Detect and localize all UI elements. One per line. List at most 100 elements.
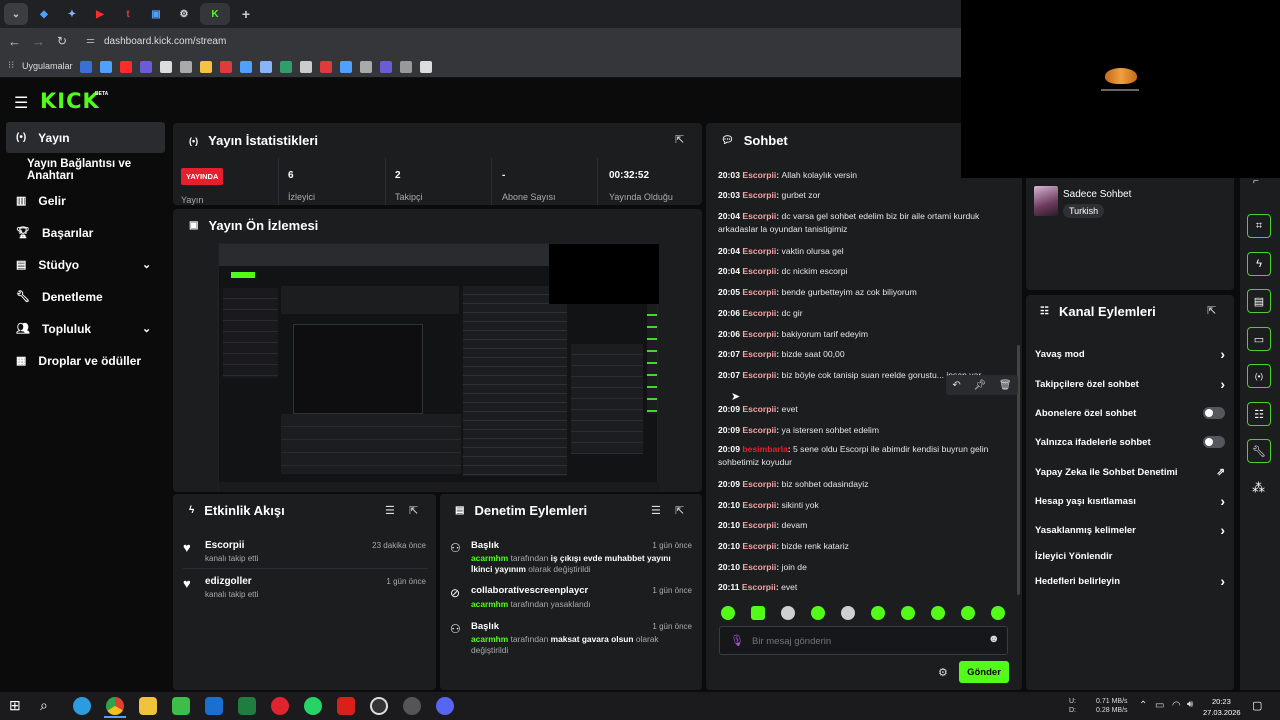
wifi-icon[interactable]: ◠	[1172, 700, 1181, 711]
chat-username[interactable]: Escorpii	[742, 500, 776, 510]
forward-icon[interactable]: →	[32, 34, 45, 49]
search-icon[interactable]: ⌕	[40, 697, 48, 714]
rail-document-button[interactable]: ▤	[1247, 289, 1271, 313]
action-account-age[interactable]: Hesap yaşı kısıtlaması ›	[1035, 493, 1225, 509]
reload-icon[interactable]: ↻	[57, 34, 67, 48]
new-tab-button[interactable]: +	[234, 3, 258, 25]
bookmark-8-icon[interactable]	[220, 61, 232, 73]
bookmark-10-icon[interactable]	[260, 61, 272, 73]
bookmark-14-icon[interactable]	[340, 61, 352, 73]
bookmark-13-icon[interactable]	[320, 61, 332, 73]
sidebar-item-denetleme[interactable]: 🔧︎ Denetleme	[6, 281, 165, 312]
tab-5[interactable]: ▣	[144, 3, 168, 25]
activity-user[interactable]: Escorpii	[205, 540, 244, 551]
emoji-icon[interactable]: ☻	[988, 633, 1000, 645]
language-tag[interactable]: Turkish	[1063, 204, 1105, 218]
undo-icon[interactable]: ↶	[952, 380, 960, 391]
bookmark-2-icon[interactable]	[100, 61, 112, 73]
chat-username[interactable]: Escorpii	[742, 170, 776, 180]
emote-icon[interactable]	[901, 606, 915, 620]
bookmark-12-icon[interactable]	[300, 61, 312, 73]
chat-username[interactable]: Escorpii	[742, 190, 776, 200]
tab-4[interactable]: t	[116, 3, 140, 25]
bookmark-7-icon[interactable]	[200, 61, 212, 73]
sidebar-item-basarilar[interactable]: 🏆︎ Başarılar	[6, 217, 165, 248]
obs-icon[interactable]	[370, 697, 388, 715]
popout-icon[interactable]: ⇱	[675, 504, 684, 517]
emotes-only-toggle[interactable]	[1203, 436, 1225, 448]
discord-icon[interactable]	[436, 697, 454, 715]
bookmark-15-icon[interactable]	[360, 61, 372, 73]
tab-kick[interactable]: K	[200, 3, 230, 25]
chat-username[interactable]: Escorpii	[742, 308, 776, 318]
popout-icon[interactable]: ⇱	[1207, 304, 1216, 317]
kick-logo[interactable]: KICK	[40, 89, 100, 113]
rail-focus-button[interactable]: ⌗	[1247, 214, 1271, 238]
outlook-icon[interactable]	[205, 697, 223, 715]
chat-username[interactable]: Escorpii	[742, 404, 776, 414]
chat-username[interactable]: Escorpii	[742, 425, 776, 435]
sidebar-item-studyo[interactable]: ▤ Stüdyo ⌄	[6, 249, 165, 280]
microphone-icon[interactable]: 🎙︎	[730, 634, 744, 647]
action-banned-words[interactable]: Yasaklanmış kelimeler ›	[1035, 522, 1225, 538]
chat-username[interactable]: Escorpii	[742, 562, 776, 572]
rail-chat-button[interactable]: ▭	[1247, 327, 1271, 351]
bookmark-6-icon[interactable]	[180, 61, 192, 73]
excel-icon[interactable]	[238, 697, 256, 715]
chat-username[interactable]: Escorpii	[742, 479, 776, 489]
bookmark-9-icon[interactable]	[240, 61, 252, 73]
chat-username[interactable]: Escorpii	[742, 370, 776, 380]
hamburger-menu-icon[interactable]: ☰	[14, 93, 28, 113]
tray-overflow-icon[interactable]: ⌃	[1139, 700, 1147, 711]
battery-icon[interactable]: ▭	[1155, 700, 1164, 711]
chat-username[interactable]: Escorpii	[742, 541, 776, 551]
chat-username[interactable]: Escorpii	[742, 582, 776, 592]
bookmark-18-icon[interactable]	[420, 61, 432, 73]
emote-icon[interactable]	[931, 606, 945, 620]
chat-username[interactable]: Escorpii	[742, 266, 776, 276]
volume-icon[interactable]: 🔊︎	[1187, 699, 1193, 710]
windows-start-icon[interactable]: ⊞	[9, 697, 21, 714]
rail-lightning-button[interactable]: ϟ	[1247, 252, 1271, 276]
send-button[interactable]: Gönder	[959, 661, 1009, 683]
tab-1[interactable]: ◆	[32, 3, 56, 25]
chat-username[interactable]: Escorpii	[742, 211, 776, 221]
mod-actor[interactable]: acarmhm	[471, 553, 508, 563]
emote-icon[interactable]	[961, 606, 975, 620]
media-player-icon[interactable]	[271, 697, 289, 715]
filter-icon[interactable]: ☰	[651, 504, 661, 517]
file-explorer-icon[interactable]	[139, 697, 157, 715]
bookmark-1-icon[interactable]	[80, 61, 92, 73]
popout-icon[interactable]: ⇱	[409, 504, 418, 517]
add-widget-icon[interactable]: ⁂	[1252, 480, 1265, 496]
edge-icon[interactable]	[73, 697, 91, 715]
url-text[interactable]: dashboard.kick.com/stream	[104, 36, 226, 47]
sidebar-item-topluluk[interactable]: 👥︎ Topluluk ⌄	[6, 313, 165, 344]
chat-username[interactable]: Escorpii	[742, 246, 776, 256]
bookmark-youtube-icon[interactable]	[120, 61, 132, 73]
mod-actor[interactable]: acarmhm	[471, 599, 508, 609]
clock-date[interactable]: 27.03.2026	[1203, 708, 1241, 717]
action-ai-moderation[interactable]: Yapay Zeka ile Sohbet Denetimi ⇗	[1035, 465, 1225, 479]
bookmark-4-icon[interactable]	[140, 61, 152, 73]
chat-username[interactable]: Escorpii	[742, 520, 776, 530]
clock-time[interactable]: 20:23	[1212, 697, 1231, 706]
bookmarks-apps-label[interactable]: Uygulamalar	[22, 61, 73, 71]
notification-icon[interactable]: ▢	[1252, 699, 1262, 712]
whatsapp-icon[interactable]	[304, 697, 322, 715]
emote-icon[interactable]	[781, 606, 795, 620]
rail-broadcast-button[interactable]: (•)	[1247, 364, 1271, 388]
tab-search-icon[interactable]: ⌄	[4, 3, 28, 25]
chrome-icon[interactable]	[106, 697, 124, 715]
bookmark-17-icon[interactable]	[400, 61, 412, 73]
chat-settings-icon[interactable]: ⚙	[938, 666, 948, 679]
tab-6[interactable]: ⚙	[172, 3, 196, 25]
site-info-icon[interactable]: ⚌	[86, 35, 95, 46]
rail-wrench-button[interactable]: 🔧︎	[1247, 439, 1271, 463]
trash-icon[interactable]: 🗑︎	[999, 380, 1012, 391]
popout-icon[interactable]: ⇱	[675, 133, 684, 146]
action-raid[interactable]: İzleyici Yönlendir	[1035, 549, 1225, 563]
app-green-icon[interactable]	[172, 697, 190, 715]
emote-icon[interactable]	[841, 606, 855, 620]
subscribers-only-toggle[interactable]	[1203, 407, 1225, 419]
